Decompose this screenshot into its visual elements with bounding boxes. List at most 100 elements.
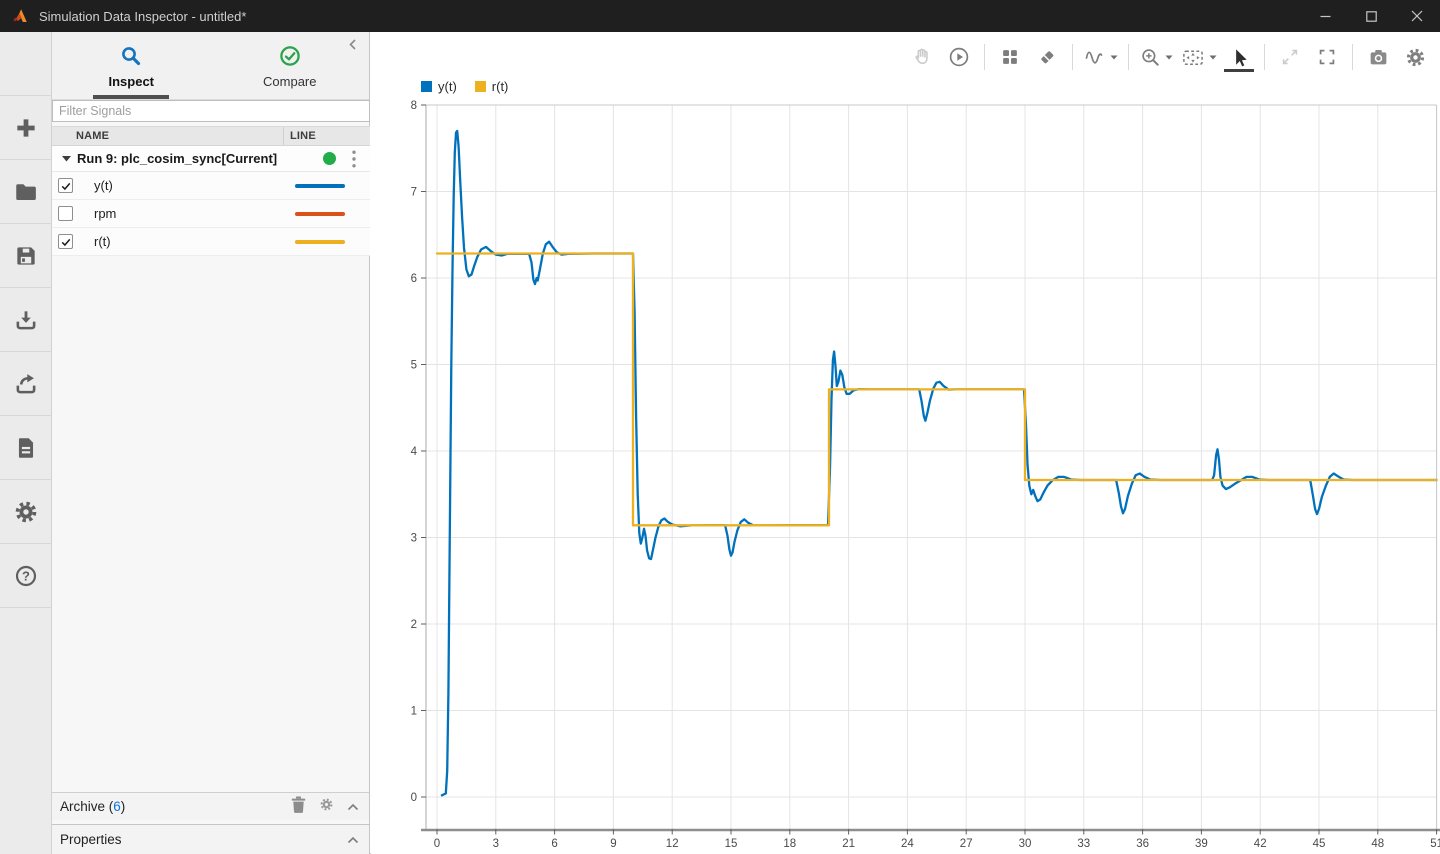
eraser-button[interactable] xyxy=(1032,42,1062,72)
signal-browser-panel: Inspect Compare NAME LINE Run xyxy=(52,32,370,854)
toolbar-separator xyxy=(1264,44,1265,70)
signal-trace-button[interactable] xyxy=(1083,42,1118,72)
snapshot-button[interactable] xyxy=(1363,42,1393,72)
run-menu-button[interactable] xyxy=(347,149,361,169)
zoom-in-button[interactable] xyxy=(1139,42,1173,72)
archive-delete-button[interactable] xyxy=(291,796,306,818)
replay-icon xyxy=(947,45,971,69)
collapse-run-icon[interactable] xyxy=(62,155,71,162)
gear-icon xyxy=(1404,46,1427,69)
dropdown-caret-icon xyxy=(1110,55,1118,60)
matlab-logo-icon xyxy=(12,8,29,25)
tick-labels: 0369121518212427303336394245485101234567… xyxy=(411,100,1440,850)
svg-text:0: 0 xyxy=(411,792,417,804)
properties-collapse-button[interactable] xyxy=(347,831,359,849)
series-y(t) xyxy=(442,131,1437,795)
layout-button[interactable] xyxy=(995,42,1025,72)
archive-settings-button[interactable] xyxy=(319,797,334,817)
svg-text:21: 21 xyxy=(842,838,855,850)
import-button[interactable] xyxy=(0,288,51,352)
close-button[interactable] xyxy=(1394,0,1440,32)
svg-text:30: 30 xyxy=(1019,838,1032,850)
svg-text:4: 4 xyxy=(411,446,418,458)
signal-checkbox[interactable] xyxy=(58,234,73,249)
legend-label: r(t) xyxy=(492,79,509,94)
toolbar-separator xyxy=(1352,44,1353,70)
svg-text:0: 0 xyxy=(434,838,440,850)
plot-canvas[interactable]: 0369121518212427303336394245485101234567… xyxy=(380,96,1440,854)
collapse-panel-button[interactable] xyxy=(347,38,361,52)
signal-checkbox[interactable] xyxy=(58,206,73,221)
signal-row[interactable]: y(t) xyxy=(52,172,370,200)
archive-count: 6 xyxy=(113,799,121,814)
tab-inspect[interactable]: Inspect xyxy=(52,32,211,99)
chevron-up-icon xyxy=(347,836,359,844)
fullscreen-button[interactable] xyxy=(1312,42,1342,72)
pointer-button[interactable] xyxy=(1224,42,1254,72)
toolbar-spacer xyxy=(0,32,51,96)
tab-compare-label: Compare xyxy=(263,74,316,89)
open-button[interactable] xyxy=(0,160,51,224)
layout-grid-icon xyxy=(999,46,1021,68)
legend-swatch xyxy=(421,81,432,92)
svg-text:51: 51 xyxy=(1430,838,1440,850)
plot-area: y(t)r(t) 0369121518212427303336394245485… xyxy=(371,32,1440,854)
svg-text:45: 45 xyxy=(1313,838,1326,850)
plus-icon xyxy=(13,115,39,141)
create-report-button[interactable] xyxy=(0,416,51,480)
fit-to-view-button[interactable] xyxy=(1180,42,1217,72)
archive-collapse-button[interactable] xyxy=(347,798,359,816)
dropdown-caret-icon xyxy=(1165,55,1173,60)
svg-text:12: 12 xyxy=(666,838,679,850)
fullscreen-icon xyxy=(1316,46,1338,68)
eraser-icon xyxy=(1036,46,1058,68)
signal-row[interactable]: r(t) xyxy=(52,228,370,256)
main-toolbar-strip: ? xyxy=(0,32,52,854)
pan-button[interactable] xyxy=(907,42,937,72)
help-button[interactable]: ? xyxy=(0,544,51,608)
export-button[interactable] xyxy=(0,352,51,416)
filter-signals-input[interactable] xyxy=(52,100,370,122)
run-row[interactable]: Run 9: plc_cosim_sync[Current] xyxy=(52,146,370,172)
toolbar-separator xyxy=(984,44,985,70)
dropdown-caret-icon xyxy=(1209,55,1217,60)
column-header-name: NAME xyxy=(52,130,283,142)
signal-checkbox[interactable] xyxy=(58,178,73,193)
maximize-icon xyxy=(1366,11,1377,22)
expand-button[interactable] xyxy=(1275,42,1305,72)
svg-text:3: 3 xyxy=(493,838,499,850)
plot-legend: y(t) r(t) xyxy=(421,79,508,94)
legend-item[interactable]: r(t) xyxy=(475,79,509,94)
add-run-button[interactable] xyxy=(0,96,51,160)
export-icon xyxy=(13,371,39,397)
zoom-in-icon xyxy=(1139,46,1162,69)
save-button[interactable] xyxy=(0,224,51,288)
tab-compare[interactable]: Compare xyxy=(211,32,370,99)
minimize-button[interactable] xyxy=(1302,0,1348,32)
replay-button[interactable] xyxy=(944,42,974,72)
legend-item[interactable]: y(t) xyxy=(421,79,457,94)
archive-label: Archive (6) xyxy=(60,799,125,814)
import-icon xyxy=(13,307,39,333)
maximize-button[interactable] xyxy=(1348,0,1394,32)
folder-icon xyxy=(13,179,39,205)
preferences-button[interactable] xyxy=(0,480,51,544)
svg-text:18: 18 xyxy=(783,838,796,850)
signal-line-swatch xyxy=(295,212,345,216)
run-label: Run 9: plc_cosim_sync[Current] xyxy=(77,151,277,166)
small-gear-icon xyxy=(319,797,334,812)
signal-name: r(t) xyxy=(94,234,111,249)
plot-settings-button[interactable] xyxy=(1400,42,1430,72)
svg-text:6: 6 xyxy=(551,838,557,850)
svg-text:1: 1 xyxy=(411,706,417,718)
window-title: Simulation Data Inspector - untitled* xyxy=(39,9,246,24)
svg-text:42: 42 xyxy=(1254,838,1267,850)
check-icon xyxy=(60,236,72,248)
legend-label: y(t) xyxy=(438,79,457,94)
archive-section-header[interactable]: Archive (6) xyxy=(52,792,369,820)
run-status-dot xyxy=(323,152,336,165)
mode-tabs: Inspect Compare xyxy=(52,32,369,100)
properties-section-header[interactable]: Properties xyxy=(52,824,369,854)
table-header: NAME LINE xyxy=(52,126,370,146)
signal-row[interactable]: rpm xyxy=(52,200,370,228)
